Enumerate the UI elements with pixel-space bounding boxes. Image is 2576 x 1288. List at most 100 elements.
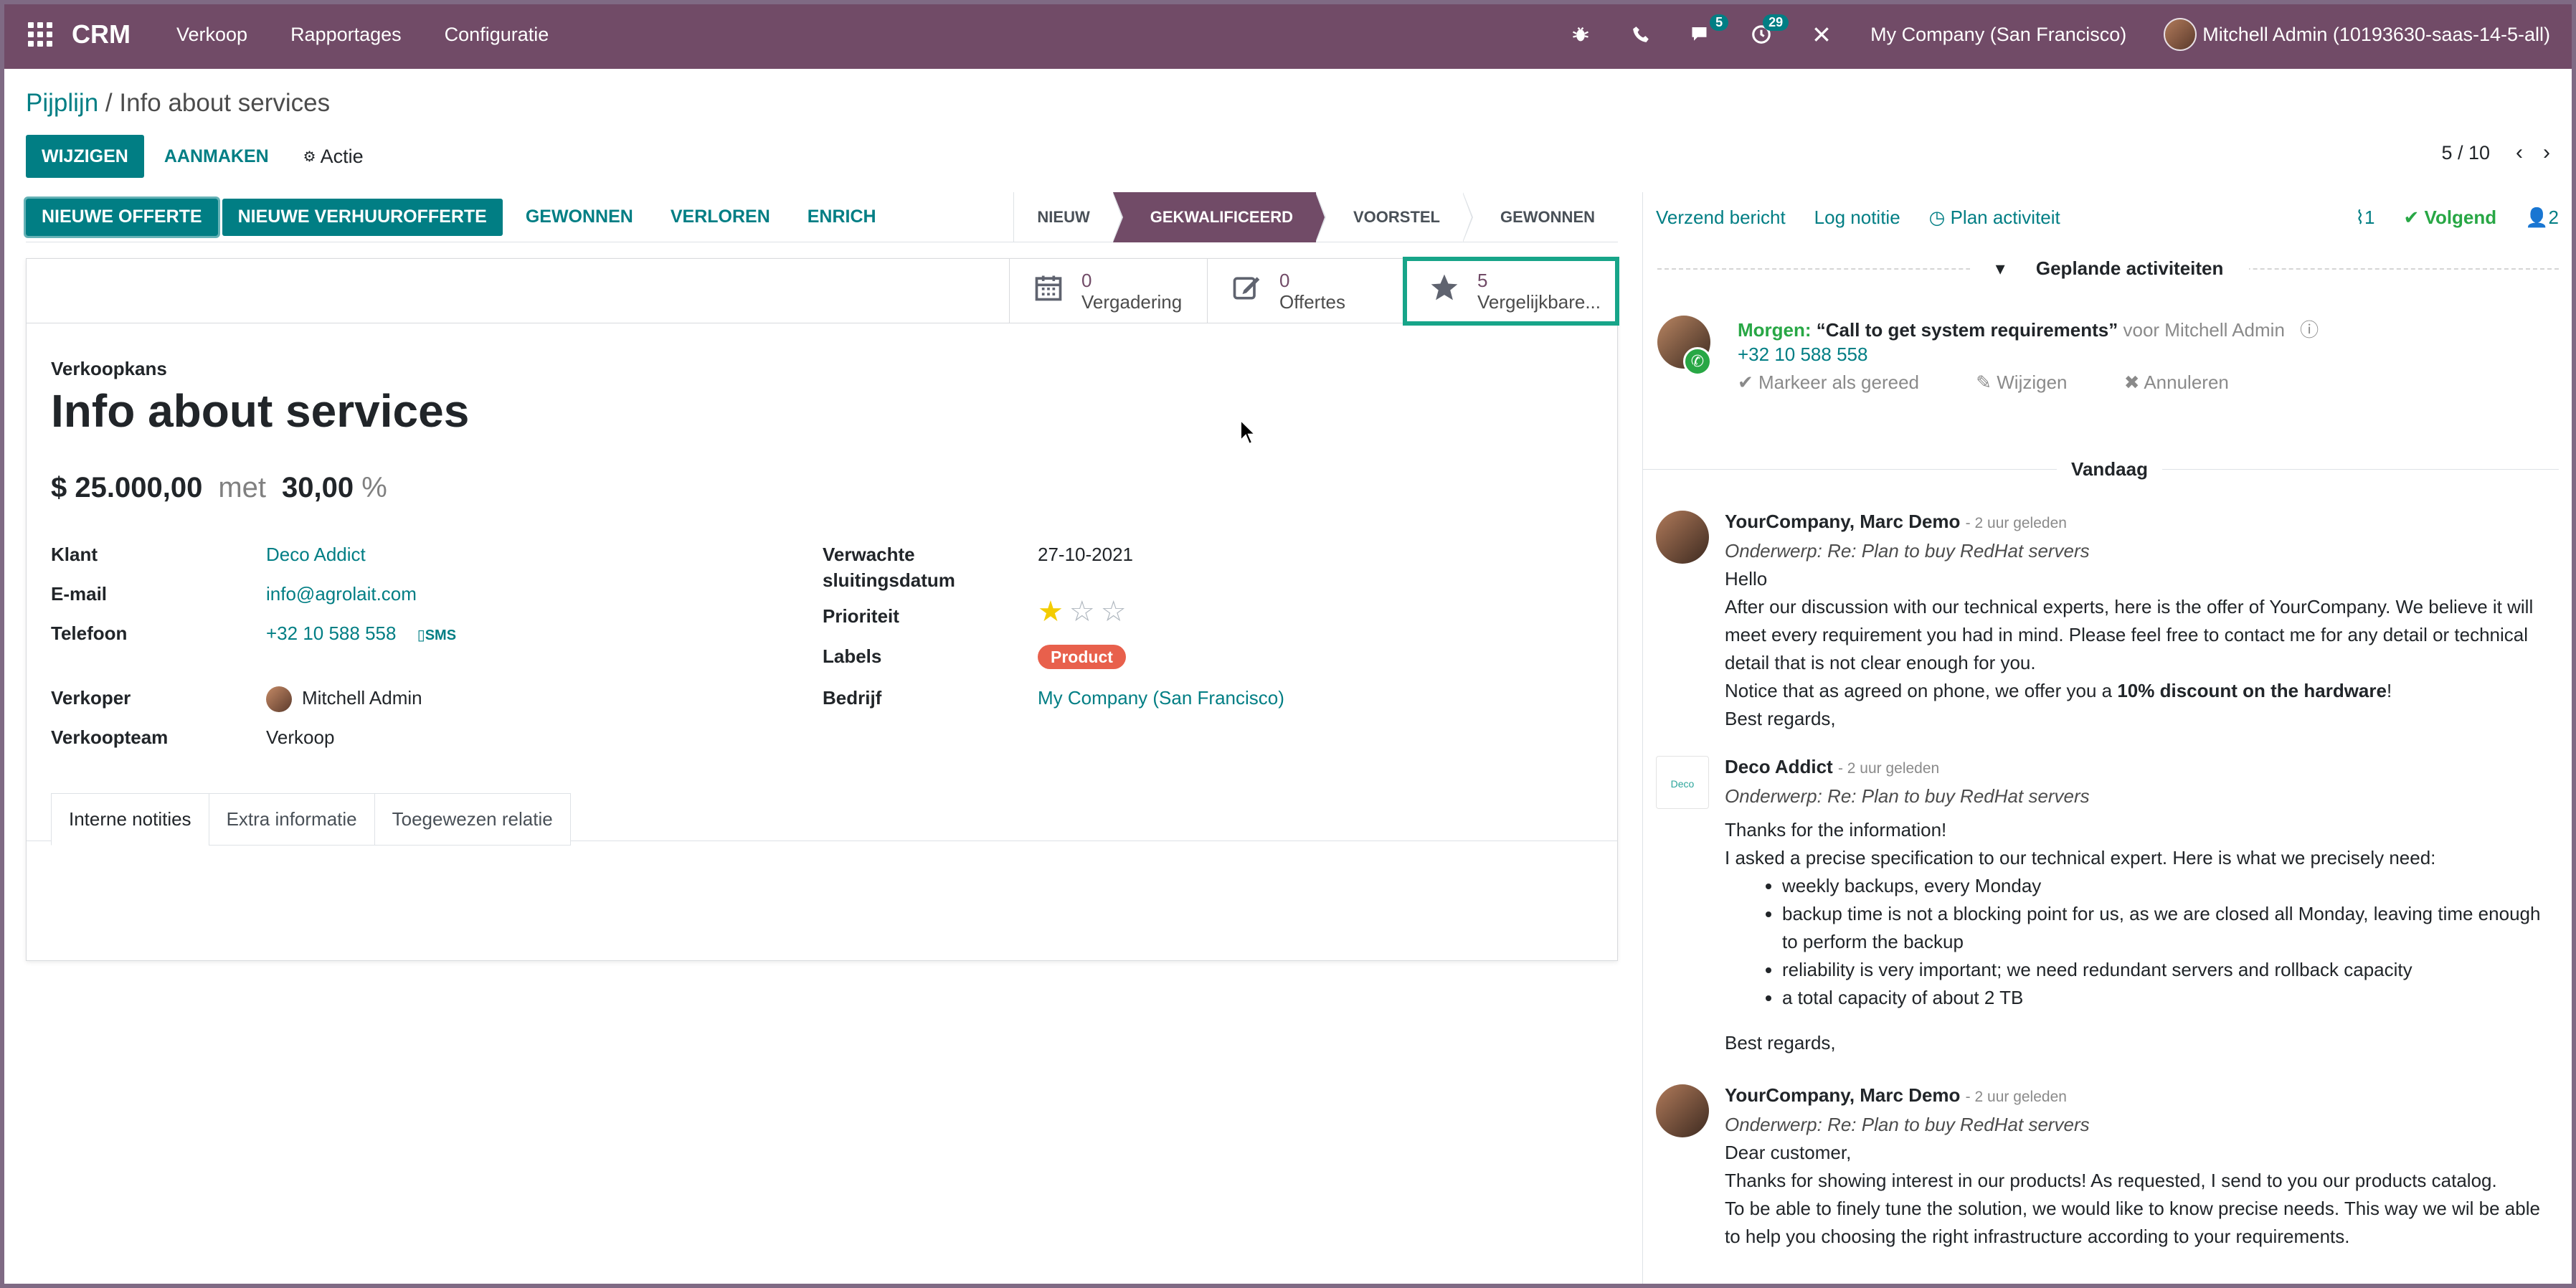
new-quotation-button[interactable]: NIEUWE OFFERTE [24, 196, 220, 238]
log-note-button[interactable]: Log notitie [1814, 207, 1900, 229]
message-author[interactable]: Deco Addict [1725, 756, 1833, 777]
info-icon[interactable]: ⓘ [2300, 319, 2319, 341]
message-notice-bold: 10% discount on the hardware [2117, 680, 2387, 701]
form-fields: Klant Deco Addict E-mail info@agrolait.c… [51, 541, 1593, 771]
requirements-list: weekly backups, every Monday backup time… [1782, 872, 2547, 1012]
mark-lost-button[interactable]: VERLOREN [652, 199, 789, 236]
tools-icon[interactable] [1810, 23, 1833, 46]
activity-phone[interactable]: +32 10 588 558 [1738, 344, 1867, 366]
stage-pipeline: NIEUW GEKWALIFICEERD VOORSTEL GEWONNEN [1013, 192, 1618, 242]
message-body-2: To be able to finely tune the solution, … [1725, 1198, 2540, 1247]
priority-star-3-icon[interactable]: ☆ [1101, 596, 1132, 628]
salesperson-value[interactable]: Mitchell Admin [302, 687, 422, 709]
sms-label: SMS [425, 628, 457, 643]
priority-star-1-icon[interactable]: ★ [1038, 596, 1069, 628]
deco-addict-logo[interactable]: Deco [1656, 756, 1709, 809]
phone-icon[interactable] [1629, 23, 1652, 46]
debug-bug-icon[interactable] [1569, 23, 1592, 46]
planned-activities-title: Geplande activiteiten [2022, 257, 2237, 279]
message-subject: Onderwerp: Re: Plan to buy RedHat server… [1725, 785, 2090, 807]
tag-badge[interactable]: Product [1038, 645, 1126, 669]
caret-down-icon: ▾ [1982, 257, 2023, 279]
phone-value[interactable]: +32 10 588 558 [266, 622, 396, 644]
follow-button[interactable]: ✔ Volgend [2404, 207, 2497, 229]
apps-grid-icon[interactable] [26, 20, 55, 49]
stage-proposition[interactable]: VOORSTEL [1316, 192, 1474, 242]
message-subject: Onderwerp: Re: Plan to buy RedHat server… [1725, 1114, 2090, 1135]
salesperson-avatar [266, 686, 292, 713]
message-regards: Best regards, [1725, 708, 1836, 729]
quotations-smart-button[interactable]: 0 Offertes [1207, 259, 1405, 323]
create-button[interactable]: AANMAKEN [144, 135, 289, 178]
message-author[interactable]: YourCompany, Marc Demo [1725, 511, 1960, 532]
stage-won[interactable]: GEWONNEN [1463, 192, 1618, 242]
followers-button[interactable]: 👤2 [2525, 207, 2559, 229]
list-item: a total capacity of about 2 TB [1782, 984, 2547, 1012]
tab-extra-info[interactable]: Extra informatie [208, 793, 375, 846]
menu-item-configuratie[interactable]: Configuratie [445, 24, 549, 46]
breadcrumb-current: Info about services [119, 89, 331, 117]
sales-team-value[interactable]: Verkoop [266, 724, 334, 750]
stage-qualified[interactable]: GEKWALIFICEERD [1112, 192, 1327, 242]
author-avatar[interactable] [1656, 511, 1709, 564]
edit-activity-button[interactable]: ✎ Wijzigen [1976, 371, 2093, 393]
action-dropdown[interactable]: ⚙ Actie [289, 135, 378, 178]
email-value[interactable]: info@agrolait.com [266, 581, 417, 607]
revenue-at-label: met [218, 472, 266, 503]
expected-revenue[interactable]: $ 25.000,00 [51, 472, 202, 504]
breadcrumb-pipeline-link[interactable]: Pijplijn [26, 89, 98, 117]
edit-button[interactable]: WIJZIGEN [26, 135, 144, 178]
planned-activities-header[interactable]: ▾ Geplande activiteiten [1643, 247, 2576, 290]
message-thanks: Thanks for the information! [1725, 819, 1947, 840]
enrich-button[interactable]: ENRICH [789, 199, 895, 236]
opportunity-title[interactable]: Info about services [51, 384, 1593, 437]
tab-assigned-partner[interactable]: Toegewezen relatie [374, 793, 571, 846]
company-value[interactable]: My Company (San Francisco) [1038, 685, 1284, 711]
gear-icon: ⚙ [303, 148, 316, 165]
customer-value[interactable]: Deco Addict [266, 541, 366, 567]
message-time: - 2 uur geleden [1965, 515, 2067, 531]
stage-new[interactable]: NIEUW [1014, 192, 1124, 242]
mark-won-button[interactable]: GEWONNEN [507, 199, 652, 236]
attachments-count: 1 [2364, 206, 2375, 228]
app-brand[interactable]: CRM [72, 19, 131, 49]
meetings-smart-button[interactable]: 0 Vergadering [1009, 259, 1207, 323]
pager-value[interactable]: 5 / 10 [2441, 142, 2490, 164]
new-rental-quotation-button[interactable]: NIEUWE VERHUUROFFERTE [222, 198, 503, 236]
message-item: Deco Deco Addict - 2 uur geleden Onderwe… [1643, 753, 2576, 1057]
author-avatar[interactable] [1656, 1084, 1709, 1137]
probability-value[interactable]: 30,00 [282, 472, 354, 503]
user-menu[interactable]: Mitchell Admin (10193630-saas-14-5-all) [2164, 18, 2550, 51]
mark-done-button[interactable]: ✔ Markeer als gereed [1738, 371, 1945, 393]
message-author[interactable]: YourCompany, Marc Demo [1725, 1084, 1960, 1106]
following-label: Volgend [2424, 206, 2497, 228]
plan-activity-button[interactable]: ◷ Plan activiteit [1929, 207, 2060, 229]
breadcrumb-separator: / [98, 89, 120, 117]
similar-leads-smart-button[interactable]: 5 Vergelijkbare... [1403, 257, 1619, 326]
message-body: After our discussion with our technical … [1725, 596, 2534, 673]
meetings-count: 0 [1081, 270, 1092, 291]
quotations-count: 0 [1279, 270, 1290, 291]
messages-icon[interactable]: 5 [1690, 14, 1729, 46]
chevron-right-icon[interactable]: › [2543, 141, 2550, 165]
menu-item-verkoop[interactable]: Verkoop [176, 24, 247, 46]
menu-item-rapportages[interactable]: Rapportages [290, 24, 402, 46]
priority-star-2-icon[interactable]: ☆ [1069, 596, 1101, 628]
send-message-button[interactable]: Verzend bericht [1656, 207, 1786, 229]
followers-count: 2 [2548, 206, 2559, 228]
priority-label: Prioriteit [823, 605, 899, 627]
expected-closing-value[interactable]: 27-10-2021 [1038, 541, 1133, 567]
activities-badge: 29 [1763, 14, 1789, 31]
form-body: Verkoopkans Info about services $ 25.000… [27, 323, 1617, 805]
edit-activity-label: Wijzigen [1997, 371, 2068, 393]
cancel-activity-button[interactable]: ✖ Annuleren [2124, 371, 2255, 393]
tags-label: Labels [823, 645, 882, 667]
company-switcher[interactable]: My Company (San Francisco) [1870, 24, 2126, 46]
activities-clock-icon[interactable]: 29 [1750, 14, 1789, 46]
chevron-left-icon[interactable]: ‹ [2516, 141, 2523, 165]
tab-internal-notes[interactable]: Interne notities [51, 793, 209, 846]
breadcrumb: Pijplijn / Info about services [26, 89, 330, 118]
sms-button[interactable]: ▯SMS [417, 628, 456, 643]
check-icon: ✔ [2403, 206, 2425, 228]
attachments-button[interactable]: ⌇1 [2355, 207, 2374, 229]
